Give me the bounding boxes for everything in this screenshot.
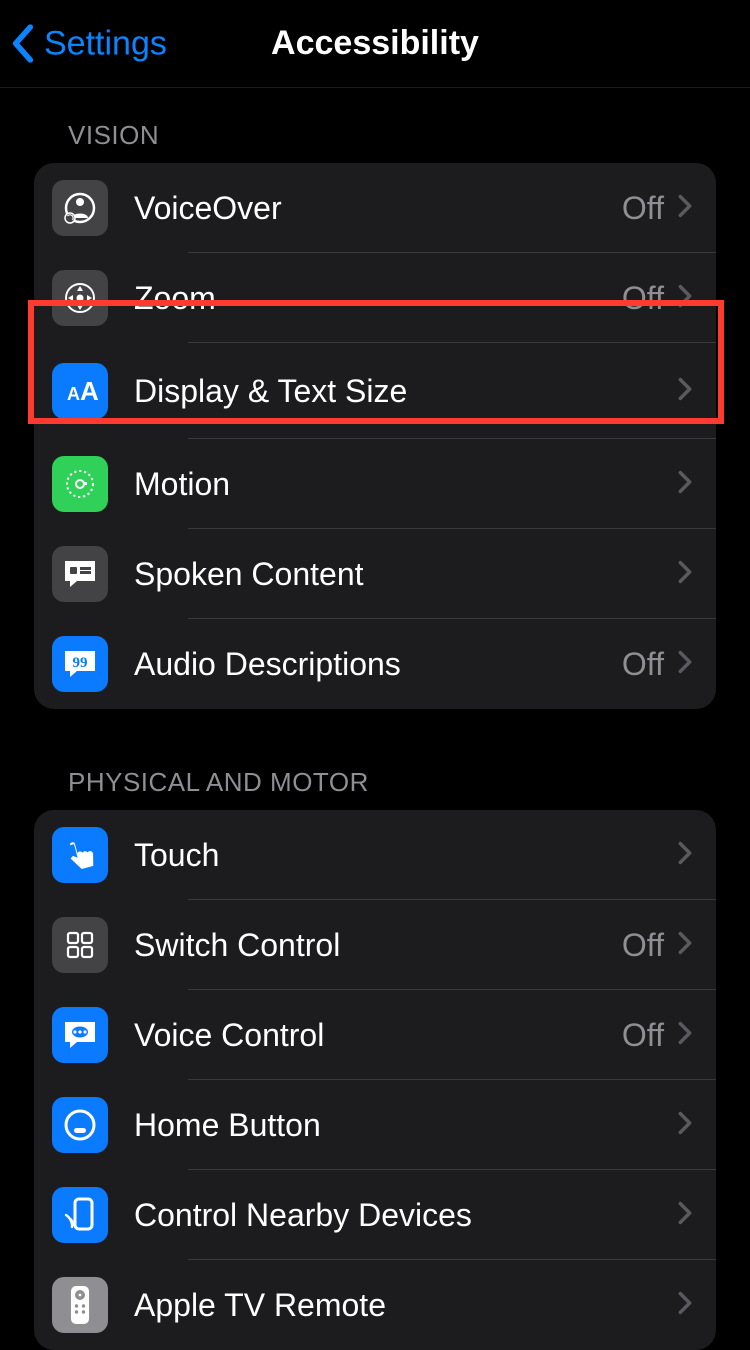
row-label: Switch Control bbox=[134, 927, 622, 964]
switch-control-icon bbox=[52, 917, 108, 973]
voiceover-icon bbox=[52, 180, 108, 236]
row-label: Zoom bbox=[134, 280, 622, 317]
chevron-right-icon bbox=[678, 1111, 692, 1140]
row-value: Off bbox=[622, 646, 664, 683]
motion-icon bbox=[52, 456, 108, 512]
row-label: Home Button bbox=[134, 1107, 678, 1144]
row-zoom[interactable]: Zoom Off bbox=[34, 253, 716, 343]
row-label: Apple TV Remote bbox=[134, 1287, 678, 1324]
chevron-right-icon bbox=[678, 470, 692, 499]
zoom-icon bbox=[52, 270, 108, 326]
chevron-right-icon bbox=[678, 931, 692, 960]
chevron-right-icon bbox=[678, 841, 692, 870]
row-spoken-content[interactable]: Spoken Content bbox=[34, 529, 716, 619]
tv-remote-icon bbox=[52, 1277, 108, 1333]
svg-text:99: 99 bbox=[73, 655, 88, 671]
row-label: Control Nearby Devices bbox=[134, 1197, 678, 1234]
row-label: Voice Control bbox=[134, 1017, 622, 1054]
row-value: Off bbox=[622, 280, 664, 317]
chevron-right-icon bbox=[678, 1021, 692, 1050]
section-header-vision: VISION bbox=[0, 88, 750, 163]
chevron-right-icon bbox=[678, 377, 692, 406]
row-value: Off bbox=[622, 1017, 664, 1054]
svg-text:A: A bbox=[80, 376, 99, 406]
text-size-icon: AA bbox=[52, 363, 108, 419]
nav-header: Settings Accessibility bbox=[0, 0, 750, 88]
chevron-right-icon bbox=[678, 650, 692, 679]
row-voiceover[interactable]: VoiceOver Off bbox=[34, 163, 716, 253]
chevron-right-icon bbox=[678, 284, 692, 313]
touch-icon bbox=[52, 827, 108, 883]
row-label: VoiceOver bbox=[134, 190, 622, 227]
row-control-nearby-devices[interactable]: Control Nearby Devices bbox=[34, 1170, 716, 1260]
row-value: Off bbox=[622, 190, 664, 227]
chevron-right-icon bbox=[678, 560, 692, 589]
row-value: Off bbox=[622, 927, 664, 964]
chevron-left-icon bbox=[12, 25, 34, 63]
group-physical: Touch Switch Control Off Voice Control O… bbox=[34, 810, 716, 1350]
row-apple-tv-remote[interactable]: Apple TV Remote bbox=[34, 1260, 716, 1350]
chevron-right-icon bbox=[678, 194, 692, 223]
row-home-button[interactable]: Home Button bbox=[34, 1080, 716, 1170]
home-button-icon bbox=[52, 1097, 108, 1153]
row-label: Audio Descriptions bbox=[134, 646, 622, 683]
svg-text:A: A bbox=[67, 384, 80, 404]
row-label: Spoken Content bbox=[134, 556, 678, 593]
voice-control-icon bbox=[52, 1007, 108, 1063]
row-label: Touch bbox=[134, 837, 678, 874]
row-display-text-size[interactable]: AA Display & Text Size bbox=[34, 343, 716, 439]
row-label: Display & Text Size bbox=[134, 373, 678, 410]
section-header-physical: PHYSICAL AND MOTOR bbox=[0, 709, 750, 810]
row-motion[interactable]: Motion bbox=[34, 439, 716, 529]
back-button[interactable]: Settings bbox=[12, 24, 167, 63]
chevron-right-icon bbox=[678, 1291, 692, 1320]
group-vision: VoiceOver Off Zoom Off AA Display & Text… bbox=[34, 163, 716, 709]
row-switch-control[interactable]: Switch Control Off bbox=[34, 900, 716, 990]
spoken-content-icon bbox=[52, 546, 108, 602]
row-voice-control[interactable]: Voice Control Off bbox=[34, 990, 716, 1080]
row-touch[interactable]: Touch bbox=[34, 810, 716, 900]
chevron-right-icon bbox=[678, 1201, 692, 1230]
row-label: Motion bbox=[134, 466, 678, 503]
row-audio-descriptions[interactable]: 99 Audio Descriptions Off bbox=[34, 619, 716, 709]
back-label: Settings bbox=[44, 24, 167, 63]
nearby-devices-icon bbox=[52, 1187, 108, 1243]
audio-descriptions-icon: 99 bbox=[52, 636, 108, 692]
